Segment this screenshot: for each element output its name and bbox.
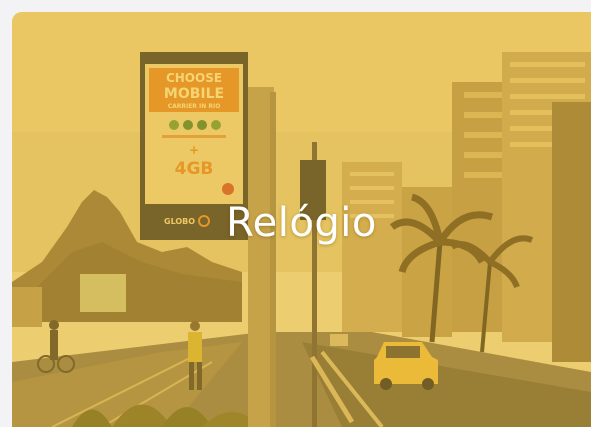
billboard-line3: CARRIER IN RIO	[168, 103, 221, 110]
category-card-relogio[interactable]: CHOOSE MOBILE CARRIER IN RIO + 4GB GLOBO	[12, 12, 591, 427]
billboard-line2: MOBILE	[164, 86, 224, 102]
card-title: Relógio	[226, 200, 377, 246]
billboard-data: 4GB	[175, 159, 214, 179]
billboard-plus: +	[189, 143, 199, 157]
billboard-line1: CHOOSE	[166, 71, 222, 85]
